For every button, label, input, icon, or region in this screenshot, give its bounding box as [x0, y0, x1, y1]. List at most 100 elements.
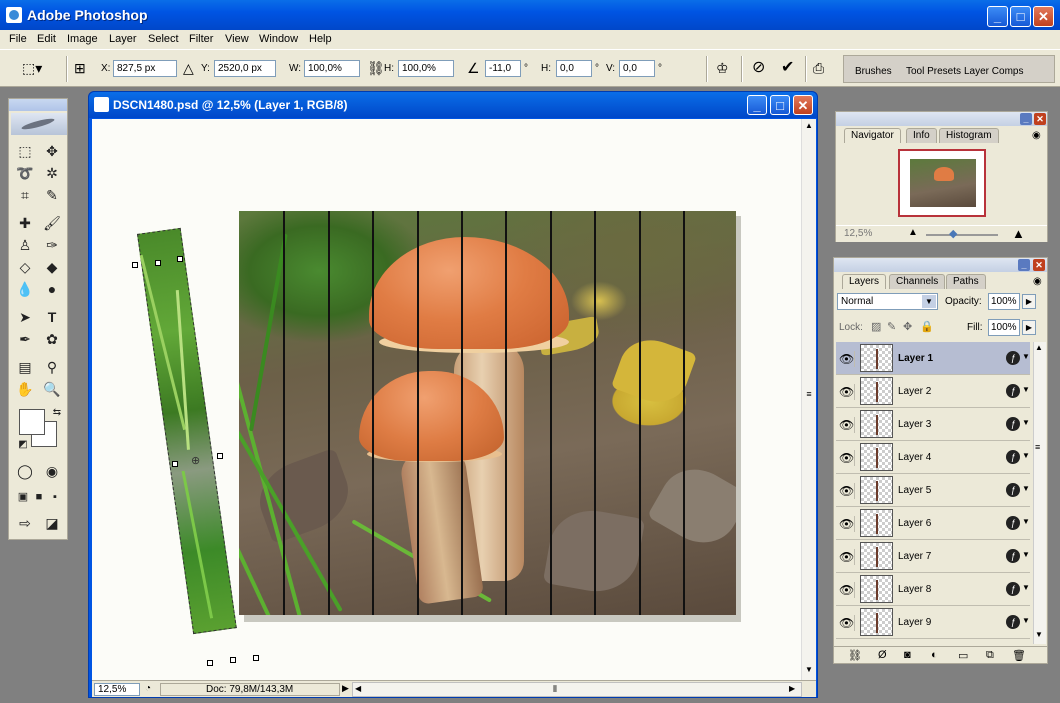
- pen-tool-icon[interactable]: ✒: [15, 329, 35, 349]
- fill-field[interactable]: 100%: [988, 319, 1020, 336]
- horizontal-scrollbar[interactable]: ◀ ⦀ ▶: [352, 682, 802, 697]
- visibility-eye-icon[interactable]: 👁: [839, 483, 855, 499]
- layers-scrollbar[interactable]: ▲ ≡ ▼: [1033, 342, 1046, 644]
- scroll-up-icon[interactable]: ▲: [1035, 343, 1043, 352]
- commit-icon[interactable]: ✔: [781, 60, 794, 76]
- new-group-icon[interactable]: ▭: [958, 649, 968, 662]
- layer-row-8[interactable]: 👁 Layer 8 ƒ ▼: [836, 573, 1030, 606]
- effects-expand-icon[interactable]: ▼: [1022, 583, 1030, 592]
- zoom-in-icon[interactable]: ▲: [1012, 226, 1025, 241]
- move-tool-icon[interactable]: ✥: [42, 141, 62, 161]
- effects-expand-icon[interactable]: ▼: [1022, 550, 1030, 559]
- layer-effects-icon[interactable]: ƒ: [1006, 516, 1020, 530]
- add-layer-style-icon[interactable]: Ø: [878, 649, 887, 661]
- marquee-tool-icon[interactable]: ⬚: [15, 141, 35, 161]
- transform-handle[interactable]: [155, 260, 161, 266]
- transform-handle[interactable]: [177, 256, 183, 262]
- path-selection-tool-icon[interactable]: ➤: [15, 307, 35, 327]
- paint-bucket-tool-icon[interactable]: ◆: [42, 257, 62, 277]
- vertical-scrollbar[interactable]: ▲ ≡ ▼: [801, 119, 816, 680]
- menu-help[interactable]: Help: [309, 33, 332, 45]
- navigator-thumbnail[interactable]: [898, 149, 986, 217]
- transform-handle[interactable]: [217, 453, 223, 459]
- effects-expand-icon[interactable]: ▼: [1022, 517, 1030, 526]
- new-adjustment-layer-icon[interactable]: ◐: [931, 649, 938, 661]
- effects-expand-icon[interactable]: ▼: [1022, 352, 1030, 361]
- tab-paths[interactable]: Paths: [946, 274, 986, 289]
- custom-shape-tool-icon[interactable]: ✿: [42, 329, 62, 349]
- visibility-eye-icon[interactable]: 👁: [839, 417, 855, 433]
- delete-layer-icon[interactable]: 🗑: [1012, 649, 1026, 662]
- panel-menu-icon[interactable]: ◉: [1033, 276, 1042, 287]
- eyedropper-tool-icon[interactable]: ⚲: [42, 357, 62, 377]
- fill-arrow-icon[interactable]: ▶: [1022, 320, 1036, 335]
- blur-tool-icon[interactable]: 💧: [15, 279, 35, 299]
- transform-handle[interactable]: [172, 461, 178, 467]
- effects-expand-icon[interactable]: ▼: [1022, 451, 1030, 460]
- transformed-layer-strip[interactable]: [137, 227, 237, 635]
- tab-channels[interactable]: Channels: [889, 274, 946, 289]
- layer-effects-icon[interactable]: ƒ: [1006, 582, 1020, 596]
- document-minimize-button[interactable]: _: [747, 95, 767, 115]
- imageready-icon[interactable]: ◪: [42, 513, 62, 533]
- lasso-tool-icon[interactable]: ➰: [15, 163, 35, 183]
- cancel-icon[interactable]: ⊘: [752, 60, 765, 76]
- minimize-button[interactable]: _: [987, 6, 1008, 27]
- panel-close-button[interactable]: ✕: [1033, 259, 1045, 271]
- eraser-tool-icon[interactable]: ◇: [15, 257, 35, 277]
- status-menu-icon[interactable]: ◔: [145, 683, 151, 694]
- transform-center-icon[interactable]: ⊕: [191, 454, 200, 467]
- zoom-out-icon[interactable]: ▲: [908, 227, 918, 238]
- link-icon[interactable]: ⛓: [367, 60, 385, 76]
- opacity-arrow-icon[interactable]: ▶: [1022, 294, 1036, 309]
- photoshop-feather-icon[interactable]: [11, 113, 67, 135]
- menu-layer[interactable]: Layer: [109, 33, 137, 45]
- layer-effects-icon[interactable]: ƒ: [1006, 417, 1020, 431]
- menu-select[interactable]: Select: [148, 33, 179, 45]
- mushroom-photo[interactable]: [239, 211, 736, 615]
- link-layers-icon[interactable]: ⛓: [848, 649, 862, 662]
- transform-handle[interactable]: [207, 660, 213, 666]
- zoom-slider-track[interactable]: [926, 234, 998, 236]
- zoom-field[interactable]: 12,5%: [94, 683, 140, 696]
- layer-row-5[interactable]: 👁 Layer 5 ƒ ▼: [836, 474, 1030, 507]
- layer-row-2[interactable]: 👁 Layer 2 ƒ ▼: [836, 375, 1030, 408]
- layer-row-9[interactable]: 👁 Layer 9 ƒ ▼: [836, 606, 1030, 639]
- layer-row-7[interactable]: 👁 Layer 7 ƒ ▼: [836, 540, 1030, 573]
- jump-to-imageready-icon[interactable]: ⇨: [15, 513, 35, 533]
- document-maximize-button[interactable]: □: [770, 95, 790, 115]
- panel-close-button[interactable]: ✕: [1034, 113, 1046, 125]
- scroll-thumb-grip-icon[interactable]: ⦀: [553, 684, 557, 695]
- effects-expand-icon[interactable]: ▼: [1022, 616, 1030, 625]
- hand-tool-icon[interactable]: ✋: [15, 379, 35, 399]
- x-field[interactable]: 827,5 px: [113, 60, 177, 77]
- transform-tool-icon[interactable]: ⬚▾: [22, 60, 42, 76]
- image-canvas[interactable]: ⊕: [92, 119, 801, 680]
- scroll-up-icon[interactable]: ▲: [803, 121, 815, 133]
- layer-row-6[interactable]: 👁 Layer 6 ƒ ▼: [836, 507, 1030, 540]
- effects-expand-icon[interactable]: ▼: [1022, 418, 1030, 427]
- scroll-left-icon[interactable]: ◀: [355, 684, 361, 693]
- layer-effects-icon[interactable]: ƒ: [1006, 351, 1020, 365]
- close-button[interactable]: ✕: [1033, 6, 1054, 27]
- hskew-field[interactable]: 0,0: [556, 60, 592, 77]
- notes-tool-icon[interactable]: ▤: [15, 357, 35, 377]
- brush-tool-icon[interactable]: 🖌: [42, 213, 62, 233]
- magic-wand-tool-icon[interactable]: ✲: [42, 163, 62, 183]
- tab-navigator[interactable]: Navigator: [844, 128, 901, 143]
- lock-all-icon[interactable]: 🔒: [920, 320, 934, 333]
- reference-point-icon[interactable]: ⊞: [74, 60, 86, 76]
- slice-tool-icon[interactable]: ✎: [42, 185, 62, 205]
- menu-image[interactable]: Image: [67, 33, 98, 45]
- quick-mask-mode-icon[interactable]: ◉: [42, 461, 62, 481]
- tab-layer-comps[interactable]: Layer Comps: [964, 66, 1023, 77]
- menu-view[interactable]: View: [225, 33, 249, 45]
- blend-mode-select[interactable]: Normal ▼: [837, 293, 938, 310]
- transform-handle[interactable]: [253, 655, 259, 661]
- transform-handle[interactable]: [230, 657, 236, 663]
- angle-field[interactable]: -11,0: [485, 60, 521, 77]
- visibility-eye-icon[interactable]: 👁: [839, 615, 855, 631]
- lock-transparent-icon[interactable]: ▨: [871, 320, 881, 333]
- zoom-tool-icon[interactable]: 🔍: [42, 379, 62, 399]
- full-screen-mode-icon[interactable]: ▪: [45, 487, 65, 507]
